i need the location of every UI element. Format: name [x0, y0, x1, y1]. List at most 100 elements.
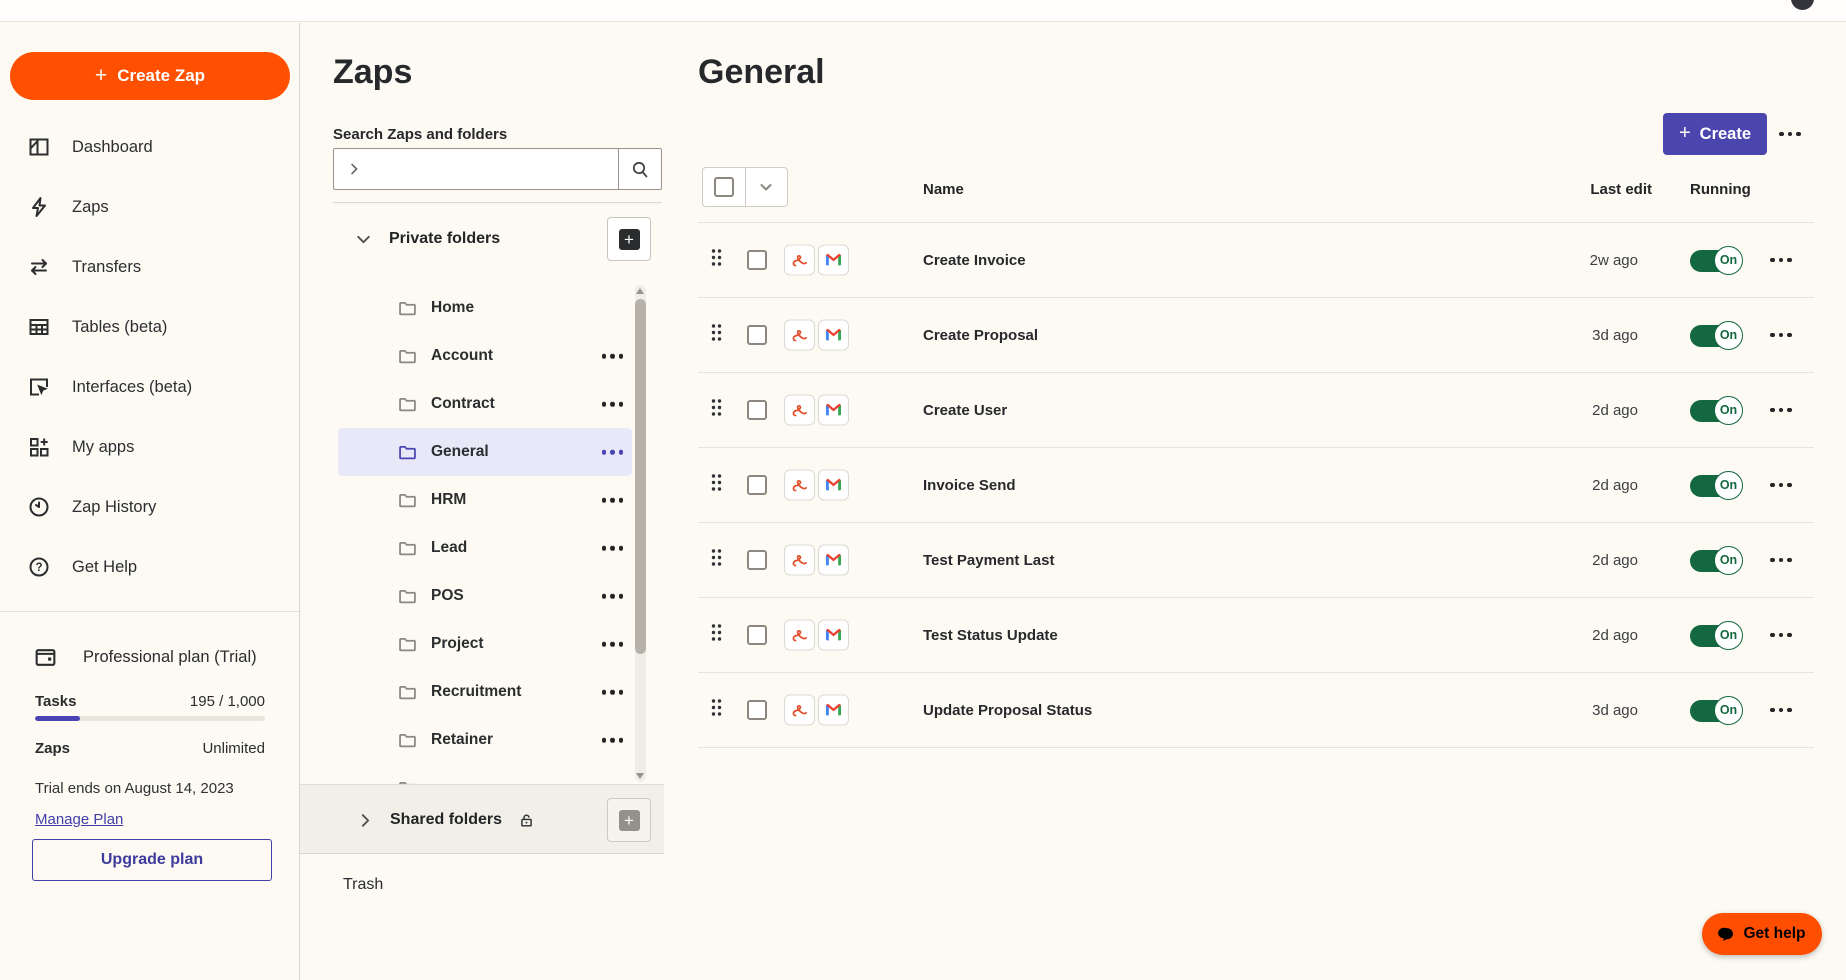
zap-on-toggle[interactable]: On [1690, 395, 1743, 425]
upgrade-plan-button[interactable]: Upgrade plan [32, 839, 272, 881]
zap-last-edit: 2w ago [1589, 251, 1638, 269]
zap-row: Update Proposal Status 3d ago On [698, 673, 1814, 748]
sidebar-item-transfers[interactable]: Transfers [0, 237, 299, 297]
row-checkbox[interactable] [747, 550, 767, 570]
folder-item-general-selected[interactable]: General [338, 428, 632, 476]
sidebar-item-zap-history[interactable]: Zap History [0, 477, 299, 537]
drag-handle-icon[interactable] [710, 698, 723, 722]
zap-row-menu-button[interactable] [1770, 257, 1792, 263]
folder-actions-menu-button[interactable] [1779, 113, 1801, 155]
folder-scrollbar[interactable] [635, 285, 646, 782]
nav-label: Zap History [72, 497, 157, 516]
search-input[interactable] [369, 159, 618, 179]
zap-on-toggle[interactable]: On [1690, 545, 1743, 575]
sidebar-item-tables[interactable]: Tables (beta) [0, 297, 299, 357]
zap-row-menu-button[interactable] [1770, 632, 1792, 638]
zap-name[interactable]: Invoice Send [923, 477, 1016, 494]
column-header-last-edit[interactable]: Last edit [1552, 181, 1652, 198]
sidebar-item-dashboard[interactable]: Dashboard [0, 117, 299, 177]
drag-handle-icon[interactable] [710, 473, 723, 497]
drag-handle-icon[interactable] [710, 548, 723, 572]
add-shared-folder-button[interactable]: + [607, 798, 651, 842]
zap-row-menu-button[interactable] [1770, 407, 1792, 413]
zap-row-menu-button[interactable] [1770, 482, 1792, 488]
toggle-knob: On [1714, 695, 1743, 725]
search-button[interactable] [618, 149, 661, 189]
sidebar-item-zaps[interactable]: Zaps [0, 177, 299, 237]
chat-bubble-icon [1718, 927, 1734, 941]
zap-on-toggle[interactable]: On [1690, 695, 1743, 725]
zap-row-menu-button[interactable] [1770, 332, 1792, 338]
folder-menu-button[interactable] [601, 737, 623, 743]
select-all-checkbox[interactable] [713, 177, 734, 197]
folder-name: General [431, 443, 489, 460]
sidebar-item-my-apps[interactable]: My apps [0, 417, 299, 477]
folder-menu-button[interactable] [601, 689, 623, 695]
folder-menu-button[interactable] [601, 545, 623, 551]
folder-item-hrm[interactable]: HRM [338, 476, 632, 524]
folder-menu-button[interactable] [601, 641, 623, 647]
shared-folders-header[interactable]: Shared folders [357, 785, 535, 855]
row-checkbox[interactable] [747, 250, 767, 270]
drag-handle-icon[interactable] [710, 623, 723, 647]
select-all-checkbox-cell[interactable] [703, 168, 745, 206]
zap-on-toggle[interactable]: On [1690, 320, 1743, 350]
folder-menu-button[interactable] [601, 449, 623, 455]
create-button[interactable]: + Create [1663, 113, 1767, 155]
drag-handle-icon[interactable] [710, 398, 723, 422]
manage-plan-link[interactable]: Manage Plan [35, 811, 123, 828]
folder-icon [399, 541, 416, 555]
row-checkbox[interactable] [747, 325, 767, 345]
folder-item-project[interactable]: Project [338, 620, 632, 668]
drag-handle-icon[interactable] [710, 323, 723, 347]
sidebar-item-get-help[interactable]: ? Get Help [0, 537, 299, 597]
folder-menu-button[interactable] [601, 401, 623, 407]
folder-menu-button[interactable] [601, 593, 623, 599]
sidebar-item-interfaces[interactable]: Interfaces (beta) [0, 357, 299, 417]
folder-icon [399, 733, 416, 747]
row-checkbox[interactable] [747, 475, 767, 495]
zap-on-toggle[interactable]: On [1690, 470, 1743, 500]
folder-item-retainer[interactable]: Retainer [338, 716, 632, 764]
zap-name[interactable]: Create Invoice [923, 252, 1026, 269]
create-zap-button[interactable]: + Create Zap [10, 52, 290, 100]
folder-item-contract[interactable]: Contract [338, 380, 632, 428]
zap-name[interactable]: Test Payment Last [923, 552, 1054, 569]
folder-item-home[interactable]: Home [338, 284, 632, 332]
scroll-down-arrow[interactable] [636, 773, 644, 779]
folder-item-partial[interactable] [338, 764, 632, 784]
pdf-app-icon [784, 319, 815, 351]
zap-on-toggle[interactable]: On [1690, 620, 1743, 650]
zap-on-toggle[interactable]: On [1690, 245, 1743, 275]
plan-header: Professional plan (Trial) [33, 645, 257, 670]
zap-row-menu-button[interactable] [1770, 557, 1792, 563]
row-checkbox[interactable] [747, 700, 767, 720]
zap-name[interactable]: Create Proposal [923, 327, 1038, 344]
folder-icon [399, 685, 416, 699]
folder-menu-button[interactable] [601, 353, 623, 359]
column-header-running[interactable]: Running [1690, 181, 1751, 198]
folder-item-recruitment[interactable]: Recruitment [338, 668, 632, 716]
scroll-up-arrow[interactable] [636, 288, 644, 294]
column-header-name[interactable]: Name [923, 181, 964, 198]
gmail-icon [818, 619, 849, 651]
folder-item-account[interactable]: Account [338, 332, 632, 380]
scrollbar-thumb[interactable] [635, 299, 646, 654]
zaps-table: Create Invoice 2w ago On Create Proposal… [698, 222, 1814, 748]
zap-name[interactable]: Test Status Update [923, 627, 1058, 644]
private-folders-header[interactable]: Private folders [355, 217, 500, 261]
zap-name[interactable]: Create User [923, 402, 1007, 419]
row-checkbox[interactable] [747, 625, 767, 645]
zap-name[interactable]: Update Proposal Status [923, 702, 1092, 719]
folder-icon [399, 637, 416, 651]
add-private-folder-button[interactable]: + [607, 217, 651, 261]
get-help-button[interactable]: Get help [1702, 913, 1822, 955]
select-dropdown-cell[interactable] [744, 168, 788, 206]
zap-row-menu-button[interactable] [1770, 707, 1792, 713]
folder-item-lead[interactable]: Lead [338, 524, 632, 572]
drag-handle-icon[interactable] [710, 248, 723, 272]
row-checkbox[interactable] [747, 400, 767, 420]
folder-item-pos[interactable]: POS [338, 572, 632, 620]
folder-menu-button[interactable] [601, 497, 623, 503]
trash-link[interactable]: Trash [343, 876, 383, 894]
